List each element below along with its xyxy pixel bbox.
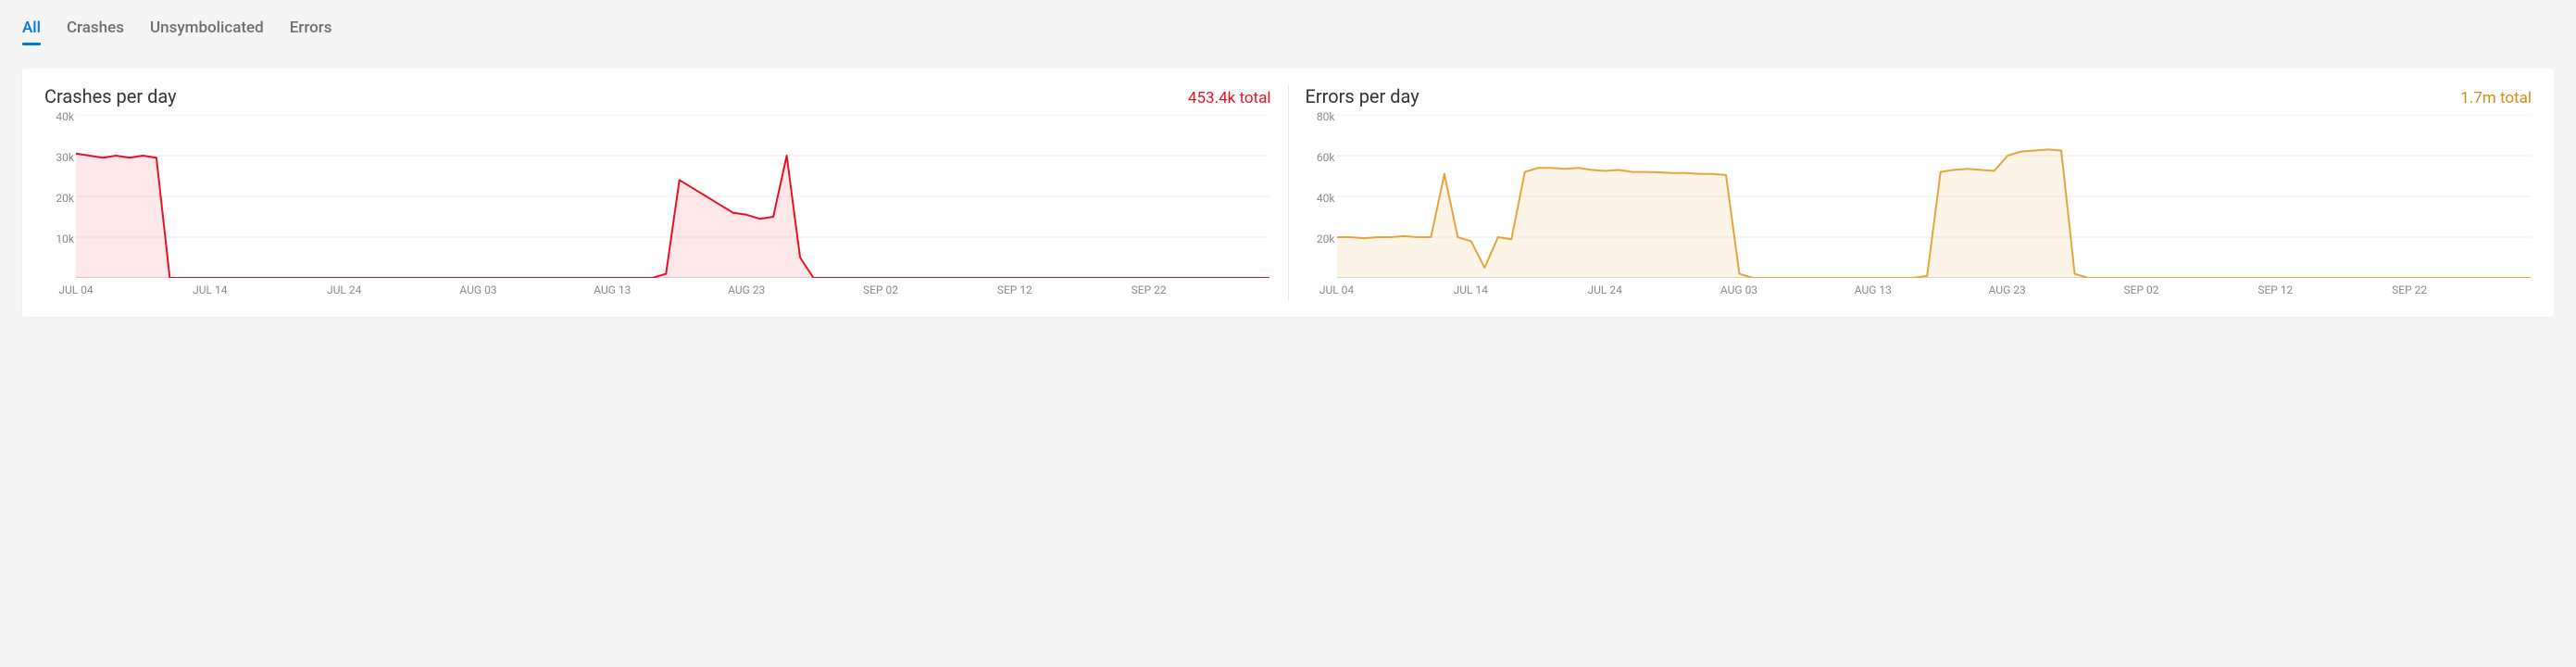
x-tick-label: JUL 24 <box>1587 283 1621 296</box>
x-tick-label: SEP 22 <box>1132 283 1167 296</box>
x-tick-label: JUL 24 <box>327 283 361 296</box>
x-tick-label: AUG 23 <box>1989 283 2026 296</box>
x-tick-label: JUL 14 <box>1454 283 1488 296</box>
y-tick-label: 20k <box>56 192 74 205</box>
errors-panel-title: Errors per day <box>1306 85 1419 107</box>
crashes-panel: Crashes per day 453.4k total 10k 20k 30k 40… <box>44 85 1271 300</box>
tab-errors[interactable]: Errors <box>290 19 332 44</box>
tab-unsymbolicated[interactable]: Unsymbolicated <box>150 19 264 44</box>
x-tick-label: SEP 02 <box>2123 283 2158 296</box>
y-tick-label: 60k <box>1317 151 1335 164</box>
y-tick-label: 20k <box>1317 233 1335 245</box>
y-tick-label: 30k <box>56 151 74 164</box>
x-tick-label: AUG 13 <box>1855 283 1892 296</box>
y-tick-label: 10k <box>56 233 74 245</box>
crashes-chart[interactable]: 10k20k30k40kJUL 04JUL 14JUL 24AUG 03AUG … <box>44 115 1271 300</box>
x-tick-label: SEP 02 <box>863 283 898 296</box>
tab-all[interactable]: All <box>22 19 41 44</box>
x-tick-label: AUG 23 <box>728 283 765 296</box>
x-tick-label: AUG 03 <box>1720 283 1757 296</box>
x-tick-label: JUL 14 <box>193 283 227 296</box>
y-tick-label: 40k <box>56 110 74 123</box>
x-tick-label: JUL 04 <box>1319 283 1354 296</box>
tab-crashes[interactable]: Crashes <box>67 19 124 44</box>
x-tick-label: SEP 22 <box>2392 283 2427 296</box>
errors-total: 1.7m total <box>2460 89 2532 107</box>
errors-chart[interactable]: 20k40k60k80kJUL 04JUL 14JUL 24AUG 03AUG … <box>1306 115 2532 300</box>
x-tick-label: JUL 04 <box>58 283 93 296</box>
x-tick-label: AUG 03 <box>459 283 496 296</box>
x-tick-label: SEP 12 <box>997 283 1032 296</box>
tabs: All Crashes Unsymbolicated Errors <box>22 19 2554 44</box>
y-tick-label: 80k <box>1317 110 1335 123</box>
crashes-panel-title: Crashes per day <box>44 85 177 107</box>
x-tick-label: AUG 13 <box>594 283 631 296</box>
errors-panel: Errors per day 1.7m total 20k 40k 60k 80k JU… <box>1306 85 2532 300</box>
panel-divider <box>1288 85 1289 300</box>
y-tick-label: 40k <box>1317 192 1335 205</box>
crashes-total: 453.4k total <box>1188 89 1271 107</box>
panels: Crashes per day 453.4k total 10k 20k 30k 40… <box>22 69 2554 317</box>
x-tick-label: SEP 12 <box>2257 283 2293 296</box>
